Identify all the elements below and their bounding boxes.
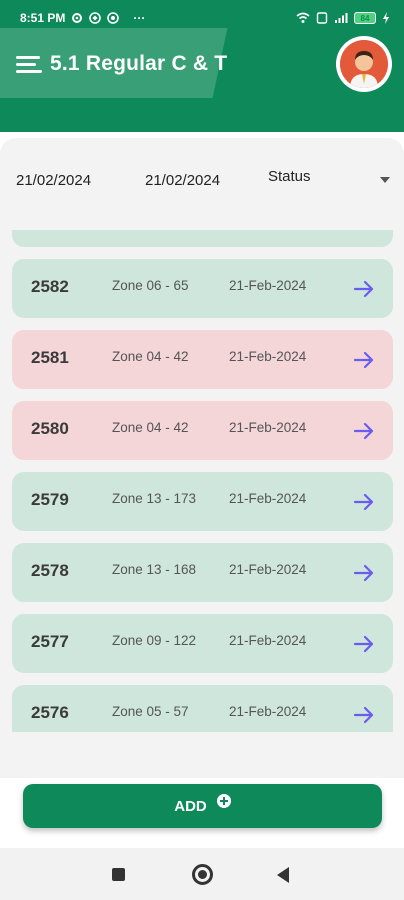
record-date: 21-Feb-2024 xyxy=(229,278,307,293)
signal-icon xyxy=(335,13,348,23)
record-zone: Zone 06 - 65 xyxy=(112,278,189,293)
status-dropdown-label: Status xyxy=(268,168,311,185)
gear-icon xyxy=(72,13,83,23)
filter-list-panel: 21/02/2024 21/02/2024 Status 2582 Zone 06… xyxy=(0,138,404,778)
list-item[interactable]: 2578 Zone 13 - 168 21-Feb-2024 xyxy=(12,543,393,602)
list-item[interactable]: 2580 Zone 04 - 42 21-Feb-2024 xyxy=(12,401,393,460)
avatar[interactable] xyxy=(336,36,392,92)
battery-icon: 84 xyxy=(354,12,376,24)
add-button-label: ADD xyxy=(174,797,207,815)
arrow-right-icon[interactable] xyxy=(351,702,377,728)
home-icon[interactable] xyxy=(192,864,213,885)
arrow-right-icon[interactable] xyxy=(351,418,377,444)
record-zone: Zone 09 - 122 xyxy=(112,633,197,648)
charging-icon xyxy=(383,12,389,24)
record-zone: Zone 04 - 42 xyxy=(112,349,189,364)
arrow-right-icon[interactable] xyxy=(351,489,377,515)
record-zone: Zone 05 - 57 xyxy=(112,704,189,719)
record-date: 21-Feb-2024 xyxy=(229,704,307,719)
back-icon[interactable] xyxy=(277,867,289,883)
status-bar-right: 84 xyxy=(296,12,390,24)
battery-level: 84 xyxy=(360,13,370,23)
record-list[interactable]: 2582 Zone 06 - 65 21-Feb-2024 2581 Zone 04 -… xyxy=(0,230,404,732)
avatar-image xyxy=(340,40,388,88)
record-number: 2577 xyxy=(31,632,69,651)
wifi-icon xyxy=(296,12,310,23)
record-number: 2580 xyxy=(31,419,69,438)
status-bar: 8:51 PM ··· 84 xyxy=(0,0,404,36)
filter-bar: 21/02/2024 21/02/2024 Status xyxy=(0,138,404,222)
record-date: 21-Feb-2024 xyxy=(229,349,307,364)
page-title: 5.1 Regular C & T xyxy=(50,52,228,75)
status-bar-left: 8:51 PM ··· xyxy=(20,11,145,25)
list-item[interactable]: 2581 Zone 04 - 42 21-Feb-2024 xyxy=(12,330,393,389)
record-number: 2576 xyxy=(31,703,69,722)
record-zone: Zone 13 - 168 xyxy=(112,562,197,577)
menu-line xyxy=(16,62,36,66)
notification-icon-2 xyxy=(107,12,120,24)
list-item[interactable]: 2579 Zone 13 - 173 21-Feb-2024 xyxy=(12,472,393,531)
record-zone: Zone 13 - 173 xyxy=(112,491,197,506)
app-header: 8:51 PM ··· 84 5.1 Regular C & T xyxy=(0,0,404,132)
arrow-right-icon[interactable] xyxy=(351,276,377,302)
record-number: 2579 xyxy=(31,490,69,509)
record-number: 2578 xyxy=(31,561,69,580)
list-item-partial[interactable] xyxy=(12,230,393,247)
recent-apps-icon[interactable] xyxy=(112,868,125,881)
from-date-field[interactable]: 21/02/2024 xyxy=(16,172,91,189)
status-dropdown[interactable]: Status xyxy=(268,168,394,192)
menu-line xyxy=(16,69,42,73)
record-zone: Zone 04 - 42 xyxy=(112,420,189,435)
plus-circle-icon xyxy=(216,794,231,808)
record-date: 21-Feb-2024 xyxy=(229,562,307,577)
record-date: 21-Feb-2024 xyxy=(229,633,307,648)
add-button[interactable]: ADD xyxy=(23,784,382,828)
list-item[interactable]: 2576 Zone 05 - 57 21-Feb-2024 xyxy=(12,685,393,732)
arrow-right-icon[interactable] xyxy=(351,347,377,373)
sim-card-icon xyxy=(316,12,328,24)
system-nav-bar xyxy=(0,848,404,900)
arrow-right-icon[interactable] xyxy=(351,560,377,586)
person-icon xyxy=(340,40,388,88)
to-date-field[interactable]: 21/02/2024 xyxy=(145,172,220,189)
list-item[interactable]: 2582 Zone 06 - 65 21-Feb-2024 xyxy=(12,259,393,318)
record-number: 2582 xyxy=(31,277,69,296)
notification-icon xyxy=(89,12,102,24)
arrow-right-icon[interactable] xyxy=(351,631,377,657)
record-date: 21-Feb-2024 xyxy=(229,420,307,435)
list-item[interactable]: 2577 Zone 09 - 122 21-Feb-2024 xyxy=(12,614,393,673)
chevron-down-icon xyxy=(380,177,390,183)
record-number: 2581 xyxy=(31,348,69,367)
status-more-indicator: ··· xyxy=(133,11,146,25)
menu-line xyxy=(16,55,40,59)
menu-icon[interactable] xyxy=(16,53,44,75)
status-time: 8:51 PM xyxy=(20,11,66,25)
record-date: 21-Feb-2024 xyxy=(229,491,307,506)
